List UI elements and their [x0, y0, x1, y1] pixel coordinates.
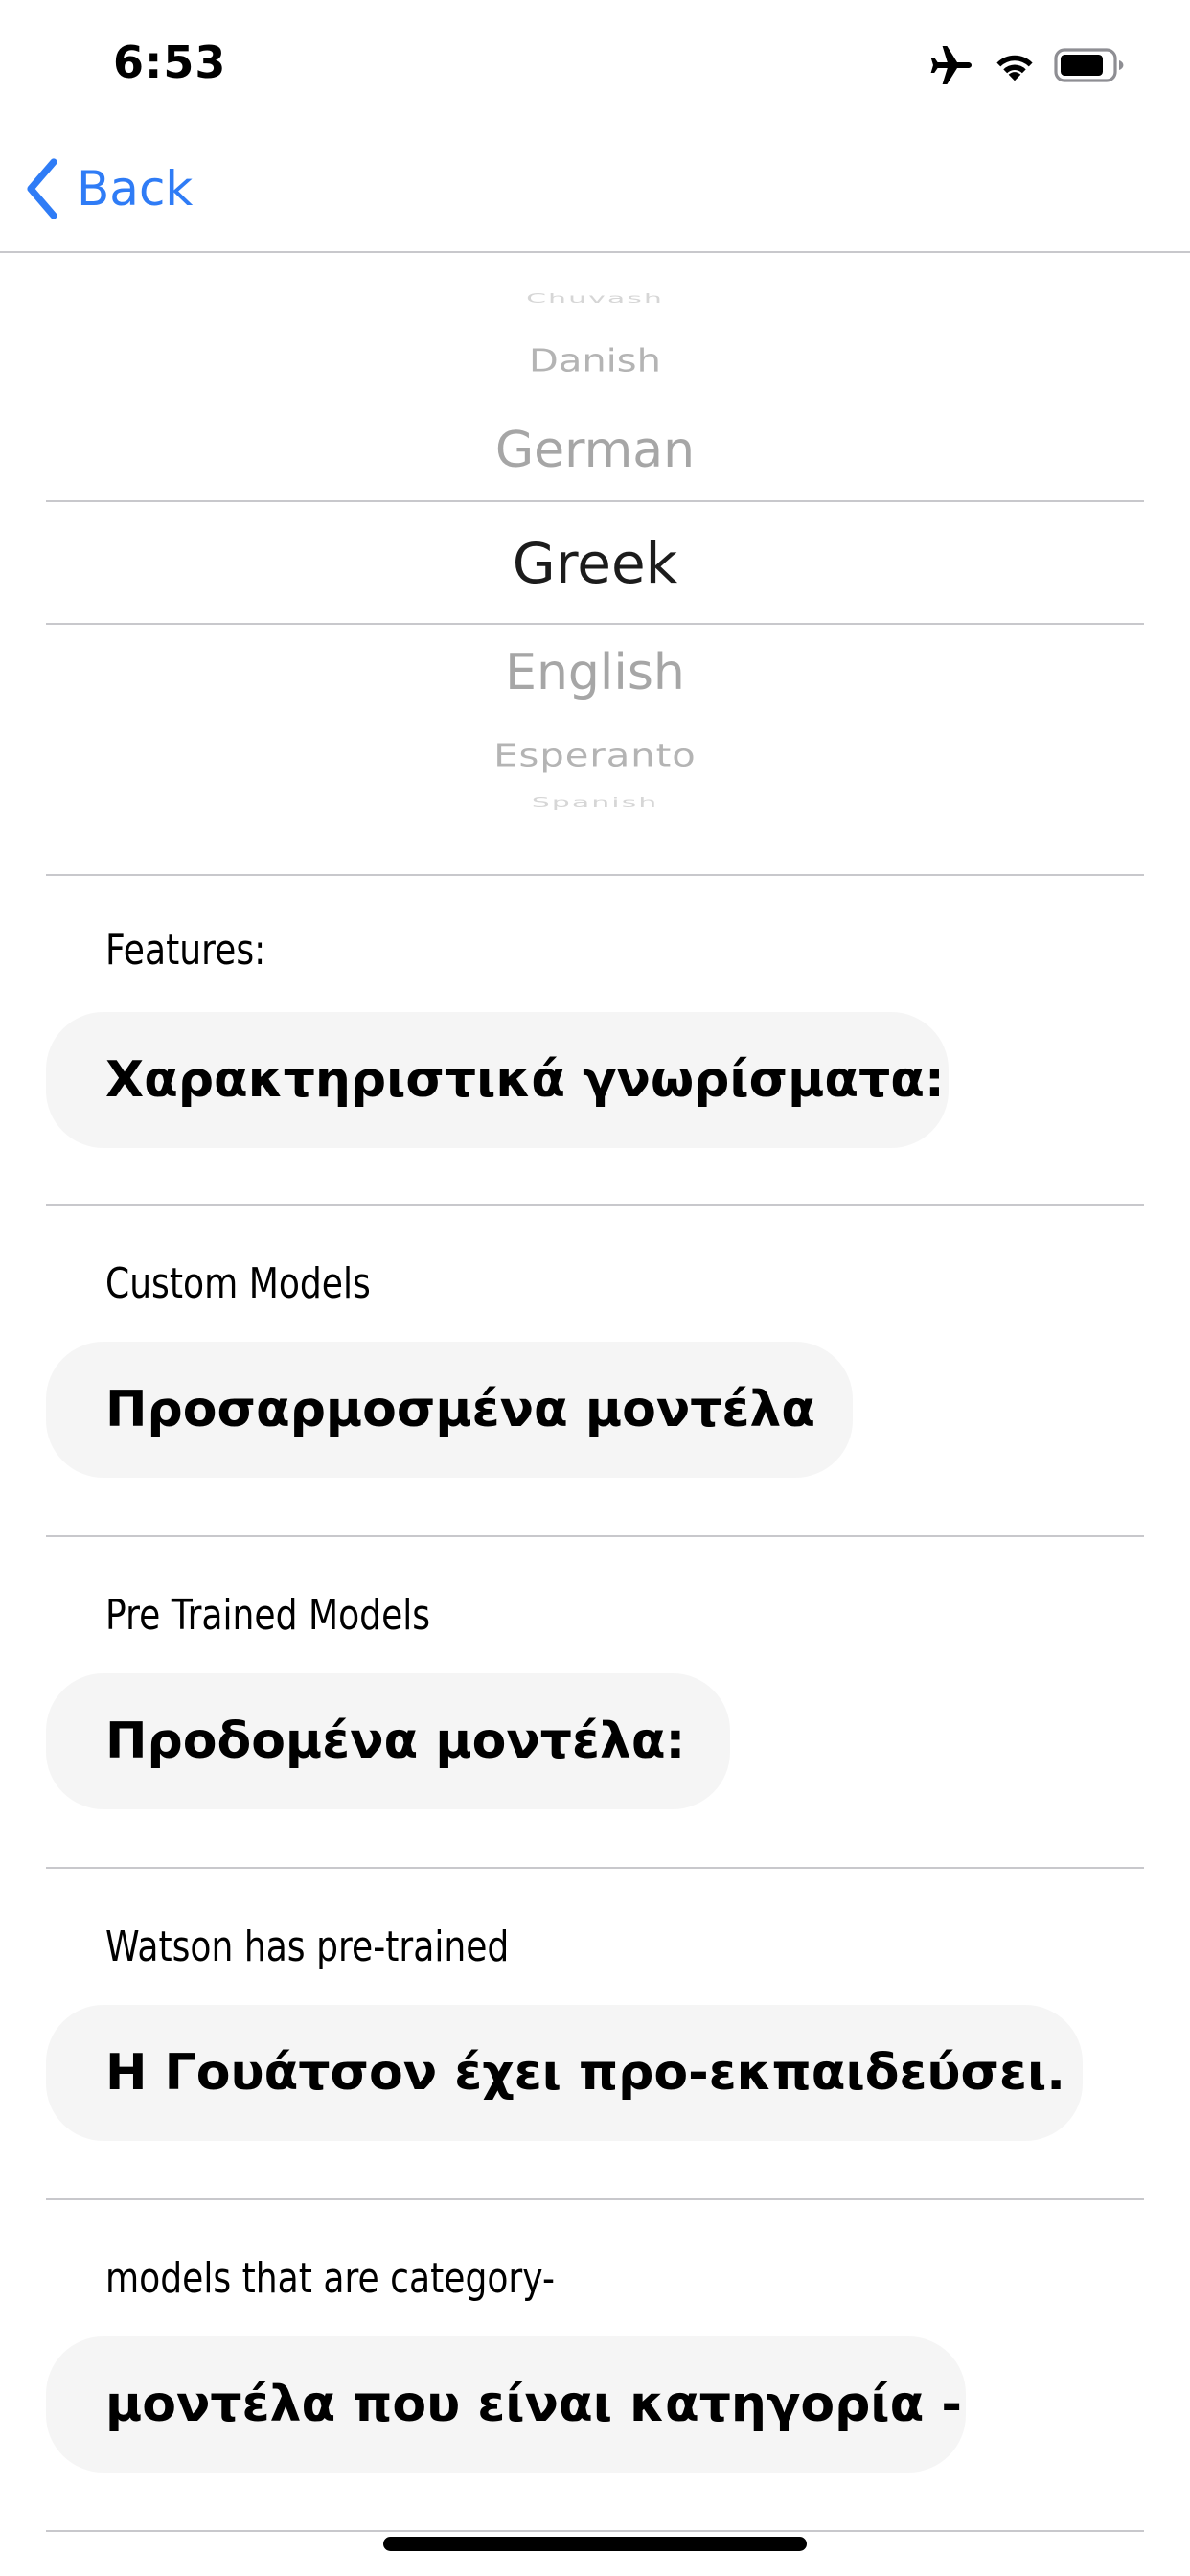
picker-item-german[interactable]: German [46, 422, 1144, 479]
translation-text: Η Γουάτσον έχει προ-εκπαιδεύσει. [105, 2044, 1065, 2102]
picker-item-spanish[interactable]: Spanish [46, 795, 1144, 811]
translation-section: models that are category- μοντέλα που εί… [46, 2200, 1144, 2532]
translation-bubble[interactable]: Η Γουάτσον έχει προ-εκπαιδεύσει. [46, 2005, 1083, 2141]
translation-text: μοντέλα που είναι κατηγορία - [105, 2376, 962, 2433]
picker-selection-bottom-line [46, 623, 1144, 625]
wifi-icon [993, 48, 1037, 82]
translation-bubble[interactable]: Προδομένα μοντέλα: [46, 1673, 730, 1809]
translation-text: Προδομένα μοντέλα: [105, 1713, 686, 1770]
picker-item-danish[interactable]: Danish [46, 343, 1144, 380]
battery-icon [1054, 47, 1127, 83]
source-text-label: Features: [105, 926, 266, 975]
language-picker[interactable]: Chuvash Danish German Greek English Espe… [46, 288, 1144, 876]
home-indicator[interactable] [383, 2537, 807, 2551]
status-icons [929, 42, 1127, 88]
translation-section: Pre Trained Models Προδομένα μοντέλα: [46, 1537, 1144, 1869]
back-label: Back [77, 161, 194, 217]
translation-section: Features: Χαρακτηριστικά γνωρίσματα: [46, 876, 1144, 1206]
picker-selection-top-line [46, 500, 1144, 502]
source-text-label: Custom Models [105, 1259, 371, 1308]
status-time: 6:53 [113, 36, 227, 88]
source-text-label: models that are category- [105, 2254, 556, 2303]
translation-section: Custom Models Προσαρμοσμένα μοντέλα [46, 1206, 1144, 1537]
navigation-bar: Back [0, 126, 1190, 253]
translation-bubble[interactable]: μοντέλα που είναι κατηγορία - [46, 2336, 966, 2472]
translation-text: Χαρακτηριστικά γνωρίσματα: [105, 1051, 945, 1109]
translation-bubble[interactable]: Προσαρμοσμένα μοντέλα [46, 1342, 853, 1478]
picker-item-chuvash[interactable]: Chuvash [46, 291, 1144, 307]
translation-bubble[interactable]: Χαρακτηριστικά γνωρίσματα: [46, 1012, 949, 1148]
chevron-left-icon [25, 158, 77, 219]
airplane-icon [929, 44, 975, 86]
source-text-label: Watson has pre-trained [105, 1922, 510, 1971]
picker-item-esperanto[interactable]: Esperanto [46, 738, 1144, 774]
status-bar: 6:53 [0, 0, 1190, 126]
picker-item-greek-selected[interactable]: Greek [46, 531, 1144, 596]
back-button[interactable]: Back [25, 155, 193, 222]
translation-text: Προσαρμοσμένα μοντέλα [105, 1381, 816, 1438]
source-text-label: Pre Trained Models [105, 1591, 431, 1640]
picker-item-english[interactable]: English [46, 644, 1144, 702]
translation-section: Watson has pre-trained Η Γουάτσον έχει π… [46, 1869, 1144, 2200]
